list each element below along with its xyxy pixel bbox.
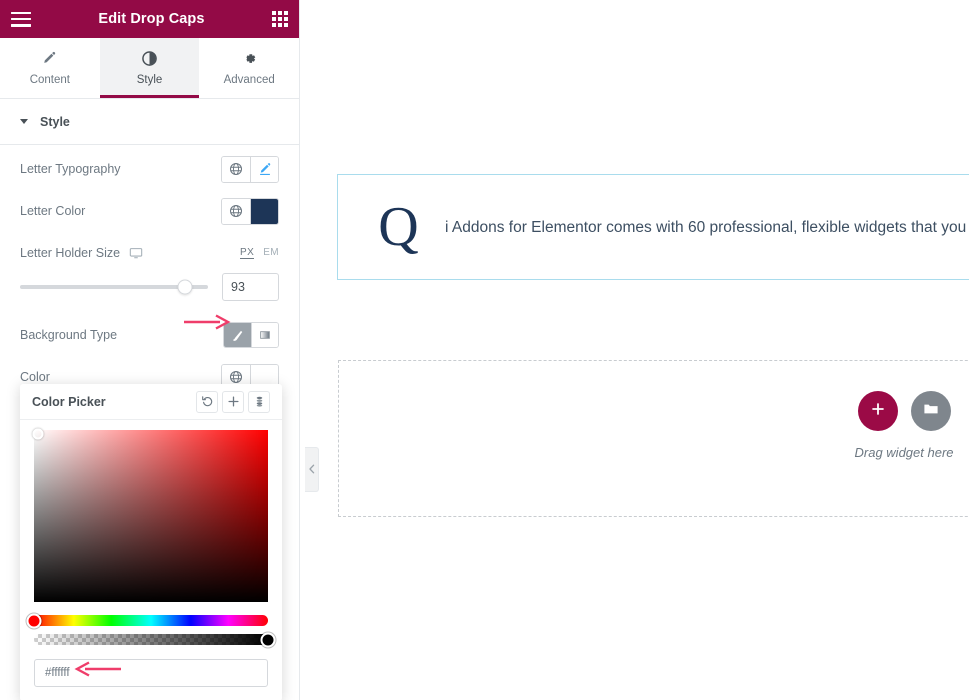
control-letter-color: Letter Color <box>20 187 279 229</box>
color-picker-actions <box>196 390 270 413</box>
unit-px[interactable]: PX <box>240 247 255 259</box>
preview-canvas: Q i Addons for Elementor comes with 60 p… <box>301 0 969 700</box>
tab-style[interactable]: Style <box>99 38 200 98</box>
add-widget-button[interactable] <box>857 391 898 431</box>
saturation-value-area[interactable] <box>32 428 268 602</box>
pencil-edit-icon[interactable] <box>250 156 278 182</box>
gradient-icon[interactable] <box>251 323 278 347</box>
plus-icon <box>870 401 886 422</box>
color-picker-body <box>20 420 282 700</box>
tab-content-label: Content <box>29 73 70 86</box>
control-letter-holder-size: Letter Holder Size PX EM <box>20 229 279 271</box>
chevron-down-icon <box>20 119 28 124</box>
unit-em[interactable]: EM <box>263 247 279 259</box>
hex-field-wrapper <box>34 659 268 687</box>
alpha-slider[interactable] <box>34 632 276 647</box>
unit-switcher: PX EM <box>240 247 279 259</box>
folder-icon <box>922 400 940 423</box>
paintbrush-icon[interactable] <box>224 323 251 347</box>
dropcap-letter: Q <box>378 196 419 258</box>
desktop-icon[interactable] <box>129 246 143 260</box>
letter-color-buttons <box>221 197 279 225</box>
control-letter-typography: Letter Typography <box>20 145 279 187</box>
background-type-label: Background Type <box>20 328 118 342</box>
slider-thumb[interactable] <box>177 279 193 295</box>
hamburger-icon[interactable] <box>11 11 31 27</box>
letter-holder-size-text: Letter Holder Size <box>20 246 121 260</box>
drop-widget-area[interactable]: Drag widget here <box>338 360 969 517</box>
drag-widget-label: Drag widget here <box>854 445 954 460</box>
style-controls: Letter Typography Letter Color Letter Ho… <box>0 145 299 395</box>
hue-slider-thumb[interactable] <box>26 613 42 628</box>
globe-icon[interactable] <box>222 156 250 182</box>
chevron-left-icon <box>308 461 316 479</box>
dropcap-text: i Addons for Elementor comes with 60 pro… <box>445 218 969 236</box>
saturation-handle[interactable] <box>32 428 44 440</box>
panel-collapse-handle[interactable] <box>305 447 319 492</box>
hue-slider[interactable] <box>26 613 268 628</box>
template-library-button[interactable] <box>910 391 951 431</box>
color-label: Color <box>20 370 50 384</box>
letter-holder-size-slider[interactable] <box>20 279 208 295</box>
drop-widget-inner: Drag widget here <box>824 391 969 460</box>
globe-icon[interactable] <box>222 198 250 224</box>
hex-input[interactable] <box>34 659 268 687</box>
plus-icon[interactable] <box>222 390 244 413</box>
letter-holder-size-label: Letter Holder Size <box>20 246 143 260</box>
section-style-header[interactable]: Style <box>0 99 299 145</box>
panel-header: Edit Drop Caps <box>0 0 299 38</box>
letter-typography-buttons <box>221 155 279 183</box>
color-picker-header: Color Picker <box>20 384 282 420</box>
letter-color-label: Letter Color <box>20 204 86 218</box>
letter-typography-label: Letter Typography <box>20 162 121 176</box>
section-style-title: Style <box>40 114 70 129</box>
drop-widget-buttons <box>857 391 951 431</box>
control-background-type: Background Type <box>20 311 279 353</box>
color-picker-popover: Color Picker <box>20 384 282 700</box>
half-circle-icon <box>142 51 157 67</box>
elementor-editor: Edit Drop Caps Content Style Advanced St… <box>0 0 969 700</box>
color-picker-title: Color Picker <box>32 394 106 409</box>
panel-tabs: Content Style Advanced <box>0 38 299 99</box>
tab-style-label: Style <box>136 73 163 86</box>
letter-color-swatch[interactable] <box>250 198 278 224</box>
tab-advanced-label: Advanced <box>223 73 275 86</box>
page-title: Edit Drop Caps <box>98 11 205 27</box>
letter-holder-size-slider-row <box>20 271 279 311</box>
gear-icon <box>242 51 257 67</box>
alpha-slider-thumb[interactable] <box>260 632 276 647</box>
background-type-options <box>223 322 279 348</box>
pencil-icon <box>42 51 57 67</box>
tab-advanced[interactable]: Advanced <box>199 38 299 98</box>
grid-icon[interactable] <box>272 11 288 27</box>
reset-icon[interactable] <box>196 390 218 413</box>
letter-holder-size-input[interactable] <box>222 273 279 301</box>
tab-content[interactable]: Content <box>0 38 100 98</box>
editor-panel: Edit Drop Caps Content Style Advanced St… <box>0 0 300 700</box>
palette-icon[interactable] <box>248 390 270 413</box>
dropcap-widget[interactable]: Q i Addons for Elementor comes with 60 p… <box>337 174 969 280</box>
